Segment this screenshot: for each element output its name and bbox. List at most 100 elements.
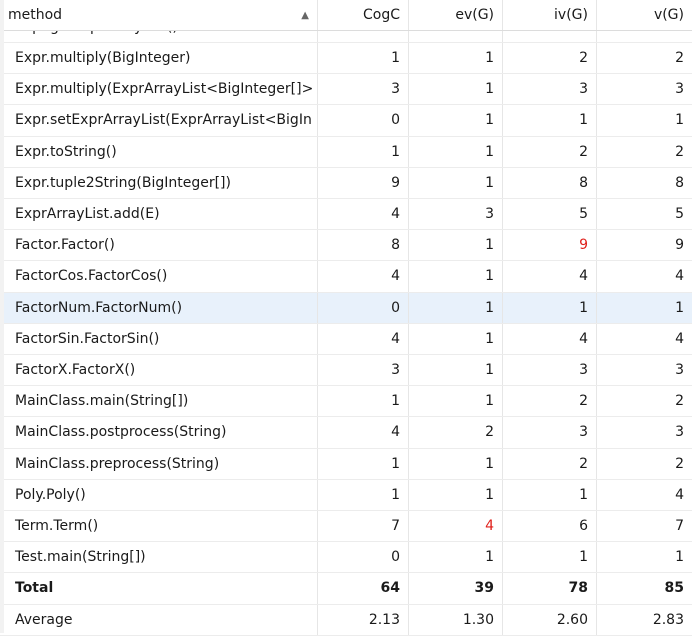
total-ev-cell: 39 xyxy=(409,573,503,604)
ev-cell: 2 xyxy=(409,417,503,448)
table-row[interactable]: MainClass.main(String[]) 1 1 2 2 xyxy=(0,386,692,418)
average-iv-cell: 2.60 xyxy=(503,604,597,635)
cogc-cell: 1 xyxy=(318,136,409,167)
table-row[interactable]: FactorNum.FactorNum() 0 1 1 1 xyxy=(0,292,692,324)
method-cell: Expr.multiply(ExprArrayList<BigInteger[]… xyxy=(0,74,318,105)
v-cell: 2 xyxy=(675,393,684,410)
table-row[interactable]: Factor.Factor() 8 1 9 9 xyxy=(0,230,692,262)
method-cell: Factor.Factor() xyxy=(0,230,318,261)
column-header-label: CogC xyxy=(362,7,400,23)
average-label: Average xyxy=(0,604,318,635)
column-header-iv[interactable]: iv(G) xyxy=(503,0,597,30)
method-cell: Term.Term() xyxy=(0,511,318,542)
table-row[interactable]: Expr.toString() 1 1 2 2 xyxy=(0,136,692,168)
method-cell: Expr.toString() xyxy=(0,136,318,167)
ev-cell: 1 xyxy=(409,355,503,386)
v-cell: 3 xyxy=(675,362,684,379)
method-cell: Poly.Poly() xyxy=(0,479,318,510)
v-cell: 2 xyxy=(675,143,684,160)
total-iv-cell: 78 xyxy=(503,573,597,604)
ev-cell: 1 xyxy=(409,136,503,167)
method-cell: Expr.setExprArrayList(ExprArrayList<BigI… xyxy=(0,105,318,136)
v-cell: 4 xyxy=(675,330,684,347)
method-cell: ExprArrayList.add(E) xyxy=(0,199,318,230)
sort-ascending-icon[interactable]: ▲ xyxy=(301,10,309,21)
cogc-cell: 1 xyxy=(318,43,409,74)
column-header-label: method xyxy=(8,7,63,23)
average-cogc-cell: 2.13 xyxy=(318,604,409,635)
table-row[interactable]: ExprArrayList.add(E) 4 3 5 5 xyxy=(0,199,692,231)
iv-cell: 6 xyxy=(503,511,597,542)
table-row[interactable]: Expr.multiply(ExprArrayList<BigInteger[]… xyxy=(0,74,692,106)
table-row[interactable]: Expr.tuple2String(BigInteger[]) 9 1 8 8 xyxy=(0,167,692,199)
ev-cell: 1 xyxy=(409,479,503,510)
cogc-cell: 4 xyxy=(318,323,409,354)
table-header: method ▲ CogC ev(G) iv(G) v(G) xyxy=(0,0,692,31)
ev-cell: 1 xyxy=(409,448,503,479)
cogc-cell: 1 xyxy=(318,448,409,479)
method-cell: MainClass.main(String[]) xyxy=(0,386,318,417)
method-cell: FactorX.FactorX() xyxy=(0,355,318,386)
table-row[interactable]: Expr.setExprArrayList(ExprArrayList<BigI… xyxy=(0,105,692,137)
cogc-cell: 0 xyxy=(318,542,409,573)
column-header-method[interactable]: method ▲ xyxy=(0,0,318,30)
iv-cell: 5 xyxy=(503,199,597,230)
cogc-cell: 4 xyxy=(318,199,409,230)
ev-cell: 1 xyxy=(409,167,503,198)
total-row: Total 64 39 78 85 xyxy=(0,573,692,605)
method-cell: Expr.multiply(BigInteger) xyxy=(0,43,318,74)
v-cell: 2 xyxy=(675,455,684,472)
column-header-ev[interactable]: ev(G) xyxy=(409,0,503,30)
iv-cell: 1 xyxy=(503,105,597,136)
cogc-cell: 0 xyxy=(318,292,409,323)
method-cell: MainClass.postprocess(String) xyxy=(0,417,318,448)
method-cell: Test.main(String[]) xyxy=(0,542,318,573)
cogc-cell: 3 xyxy=(318,74,409,105)
cogc-cell: 8 xyxy=(318,230,409,261)
iv-cell: 9 xyxy=(503,230,597,261)
v-cell: 8 xyxy=(675,174,684,191)
iv-cell: 3 xyxy=(503,355,597,386)
v-cell: 1 xyxy=(675,299,684,316)
iv-cell: 3 xyxy=(503,74,597,105)
v-cell: 5 xyxy=(675,206,684,223)
v-cell: 4 xyxy=(675,486,684,503)
average-row: Average 2.13 1.30 2.60 2.83 xyxy=(0,604,692,636)
ev-cell: 1 xyxy=(409,542,503,573)
total-v-cell: 85 xyxy=(664,580,684,597)
total-label: Total xyxy=(0,573,318,604)
iv-cell: 2 xyxy=(503,448,597,479)
cogc-cell: 4 xyxy=(318,261,409,292)
ev-cell: 4 xyxy=(409,511,503,542)
table-row[interactable]: MainClass.postprocess(String) 4 2 3 3 xyxy=(0,417,692,449)
table-row[interactable]: FactorCos.FactorCos() 4 1 4 4 xyxy=(0,261,692,293)
iv-cell: 1 xyxy=(503,542,597,573)
cogc-cell: 4 xyxy=(318,417,409,448)
v-cell: 4 xyxy=(675,268,684,285)
table-row[interactable]: FactorX.FactorX() 3 1 3 3 xyxy=(0,355,692,387)
cogc-cell: 1 xyxy=(318,479,409,510)
table-row[interactable]: Expr.multiply(BigInteger) 1 1 2 2 xyxy=(0,43,692,75)
v-cell: 9 xyxy=(675,237,684,254)
table-row[interactable]: Poly.Poly() 1 1 1 4 xyxy=(0,479,692,511)
table-row[interactable]: FactorSin.FactorSin() 4 1 4 4 xyxy=(0,323,692,355)
ev-cell: 1 xyxy=(409,230,503,261)
method-cell: MainClass.preprocess(String) xyxy=(0,448,318,479)
iv-cell: 2 xyxy=(503,386,597,417)
v-cell: 3 xyxy=(675,424,684,441)
cogc-cell: 9 xyxy=(318,167,409,198)
method-cell: Expr.tuple2String(BigInteger[]) xyxy=(0,167,318,198)
table-row[interactable]: Test.main(String[]) 0 1 1 1 xyxy=(0,542,692,574)
iv-cell: 8 xyxy=(503,167,597,198)
ev-cell: 1 xyxy=(409,43,503,74)
iv-cell: 1 xyxy=(503,292,597,323)
average-v-cell: 2.83 xyxy=(652,611,684,628)
ev-cell: 1 xyxy=(409,323,503,354)
column-header-cogc[interactable]: CogC xyxy=(318,0,409,30)
table-row[interactable]: Term.Term() 7 4 6 7 xyxy=(0,511,692,543)
cogc-cell: 7 xyxy=(318,511,409,542)
cogc-cell: 1 xyxy=(318,386,409,417)
ev-cell: 1 xyxy=(409,261,503,292)
column-header-v[interactable]: v(G) xyxy=(597,0,692,30)
table-row[interactable]: MainClass.preprocess(String) 1 1 2 2 xyxy=(0,448,692,480)
